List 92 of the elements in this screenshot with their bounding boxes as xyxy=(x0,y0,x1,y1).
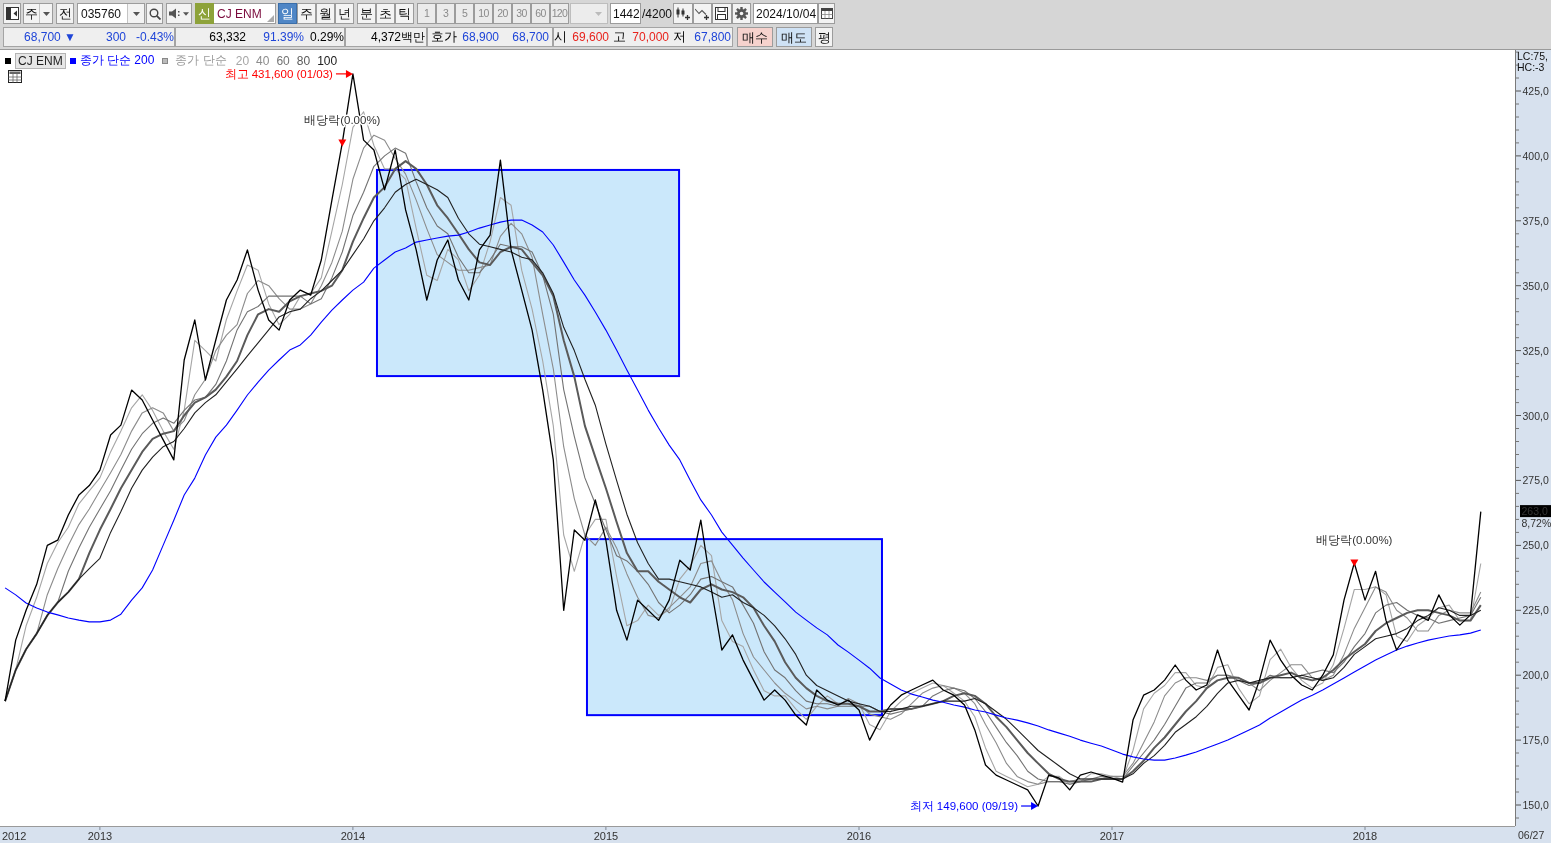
time-tab[interactable]: 초 xyxy=(376,3,395,24)
arrow xyxy=(335,69,353,78)
quote-value: 4,372백만 xyxy=(369,28,425,46)
quote-button[interactable]: 평 xyxy=(815,27,833,47)
quote-label: 호가 xyxy=(430,28,457,46)
window-button[interactable] xyxy=(3,3,21,24)
axis-label: 350,0 xyxy=(1522,279,1549,292)
axis-label: 2014 xyxy=(340,829,366,842)
speaker-icon xyxy=(169,8,181,19)
change-rate-label: 8,72% xyxy=(1521,516,1551,529)
listing-badge: 신 xyxy=(195,3,214,24)
prev-button[interactable]: 전 xyxy=(56,3,74,24)
corner-triangle-icon xyxy=(267,15,274,22)
axis-label: 175,0 xyxy=(1522,734,1549,747)
stock-code-field[interactable]: 035760 xyxy=(77,3,145,24)
quote-value: 0.29% xyxy=(308,30,344,44)
axis-label: 2015 xyxy=(593,829,619,842)
quote-label: 시 xyxy=(554,28,567,46)
axis-label: 2017 xyxy=(1099,829,1125,842)
sell-button[interactable]: 매도 xyxy=(776,27,812,47)
quote-value: 68,900 xyxy=(461,30,499,44)
time-tab[interactable]: 분 xyxy=(357,3,376,24)
quote-value: 67,800 xyxy=(693,30,731,44)
legend-period[interactable]: 80 xyxy=(296,53,311,68)
caret-icon xyxy=(42,11,50,16)
axis-label: 2018 xyxy=(1352,829,1378,842)
date-label: 06/27 xyxy=(1515,826,1551,843)
dividend-label: 배당락(0.00%) xyxy=(1316,534,1393,546)
period-tab[interactable]: 주 xyxy=(297,3,316,24)
axis-label: 325,0 xyxy=(1522,344,1549,357)
caret-icon xyxy=(132,11,140,16)
settings-icon xyxy=(734,7,748,20)
low-price-label: 최저 149,600 (09/19) xyxy=(909,800,1019,812)
sound-button[interactable] xyxy=(166,3,192,24)
symbol-label[interactable]: CJ ENM xyxy=(15,52,66,69)
quote-value: 70,000 xyxy=(631,30,669,44)
count-field[interactable]: 1442 xyxy=(610,3,641,24)
save-icon xyxy=(715,7,729,20)
legend-period[interactable]: 40 xyxy=(256,53,270,68)
calendar-icon xyxy=(820,8,833,19)
axis-label: 375,0 xyxy=(1522,214,1549,227)
buy-button[interactable]: 매수 xyxy=(737,27,773,47)
quote-label: 저 xyxy=(672,28,686,46)
search-icon xyxy=(148,7,161,20)
triangle-marker-icon xyxy=(338,139,347,147)
stock-name-field[interactable]: CJ ENM xyxy=(214,3,276,24)
quote-value: -0.43% xyxy=(134,30,174,44)
axis-label: 2016 xyxy=(846,829,872,842)
window-icon xyxy=(5,7,19,20)
count-total-label: /4200 xyxy=(641,5,672,23)
legend-period[interactable]: 60 xyxy=(276,53,290,68)
search-button[interactable] xyxy=(146,3,163,24)
axis-label: 275,0 xyxy=(1522,474,1549,487)
axis-label: 425,0 xyxy=(1522,85,1549,97)
axis-label: 300,0 xyxy=(1522,409,1549,422)
line-chart-plus-icon xyxy=(695,7,710,20)
legend-swatch-icon xyxy=(69,57,76,64)
quote-value: 68,700 ▼ xyxy=(23,30,76,44)
period-tab[interactable]: 년 xyxy=(335,3,354,24)
axis-start-label: 2012 xyxy=(2,829,27,842)
quote-value: 69,600 xyxy=(571,30,609,44)
axis-label: 400,0 xyxy=(1522,149,1549,162)
quote-value: 63,332 xyxy=(208,30,246,44)
caret-icon xyxy=(595,11,602,16)
calendar-button[interactable] xyxy=(818,3,835,24)
period-tab[interactable]: 일 xyxy=(278,3,297,24)
high-price-label: 최고 431,600 (01/03) xyxy=(224,67,333,80)
quote-label: 고 xyxy=(612,28,626,46)
candlestick-plus-button[interactable] xyxy=(673,3,693,24)
axis-label: 250,0 xyxy=(1522,539,1549,552)
quote-value: 300 xyxy=(104,30,126,44)
axis-info-text: HC:-3 xyxy=(1517,61,1545,72)
axis-info-text: LC:75, xyxy=(1517,51,1548,62)
legend-period[interactable]: 100 xyxy=(317,53,338,68)
quote-value: 68,700 xyxy=(511,30,549,44)
caret-icon xyxy=(183,11,189,16)
candlestick-plus-icon xyxy=(675,7,690,20)
axis-label: 150,0 xyxy=(1522,798,1549,811)
quote-value: 91.39% xyxy=(262,30,304,44)
table-icon[interactable] xyxy=(8,70,22,83)
legend-swatch-icon xyxy=(5,57,11,64)
date-field[interactable]: 2024/10/04 xyxy=(753,3,818,24)
axis-label: 200,0 xyxy=(1522,669,1549,682)
save-button[interactable] xyxy=(712,3,732,24)
axis-label: 225,0 xyxy=(1522,604,1549,617)
legend-label[interactable]: 종가 단순 200 xyxy=(79,52,155,69)
period-select[interactable]: 주 xyxy=(23,3,53,24)
triangle-marker-icon xyxy=(1350,559,1359,567)
time-tab[interactable]: 틱 xyxy=(395,3,414,24)
arrow xyxy=(1020,802,1039,810)
axis-label: 2013 xyxy=(87,829,113,842)
period-tab[interactable]: 월 xyxy=(316,3,335,24)
